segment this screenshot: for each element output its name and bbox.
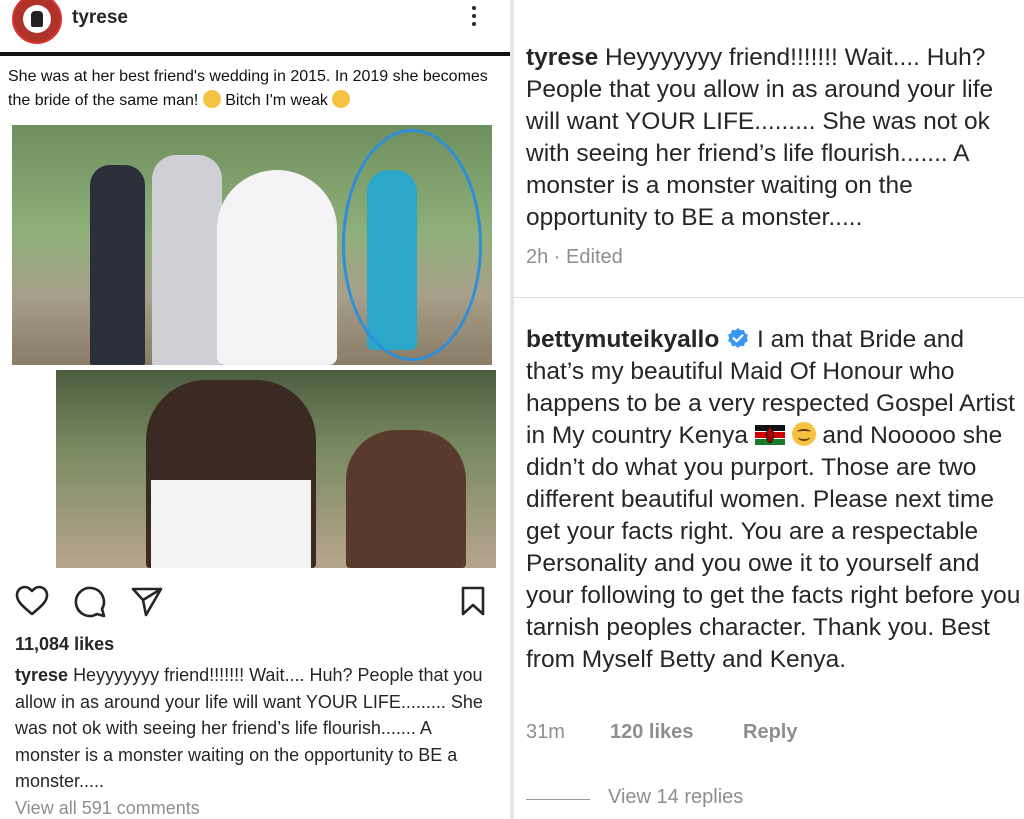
- comment-text: Heyyyyyyy friend!!!!!!! Wait.... Huh? Pe…: [526, 44, 994, 231]
- likes-count[interactable]: 11,084 likes: [15, 634, 114, 655]
- post-caption: tyrese Heyyyyyyy friend!!!!!!! Wait.... …: [15, 662, 495, 795]
- smile-emoji-icon: [791, 422, 816, 446]
- comment-time: 2h: [526, 246, 549, 268]
- post-header: tyrese: [0, 0, 510, 44]
- bookmark-icon[interactable]: [460, 585, 486, 617]
- comment-betty: bettymuteikyallo I am that Bride and tha…: [526, 324, 1022, 676]
- share-icon[interactable]: [130, 585, 164, 617]
- meme-caption-tail: Bitch I'm weak: [225, 92, 328, 109]
- comment-meta: 2h · Edited: [526, 246, 623, 268]
- comment-likes[interactable]: 120 likes: [610, 721, 693, 744]
- comments-panel: tyrese Heyyyyyyy friend!!!!!!! Wait.... …: [514, 0, 1024, 819]
- verified-badge-icon: [728, 328, 749, 348]
- post-actions: [0, 583, 510, 619]
- comment-username[interactable]: bettymuteikyallo: [526, 326, 719, 353]
- caption-text: Heyyyyyyy friend!!!!!!! Wait.... Huh? Pe…: [15, 665, 483, 791]
- kenya-flag-icon: [754, 425, 785, 445]
- comment-icon[interactable]: [73, 585, 107, 619]
- more-icon[interactable]: [466, 2, 482, 32]
- comment-text-part-2: and Nooooo she didn’t do what you purpor…: [526, 422, 1021, 673]
- wedding-photo-top[interactable]: [12, 125, 492, 365]
- meme-caption: She was at her best friend's wedding in …: [8, 65, 498, 113]
- post-panel: tyrese She was at her best friend's wedd…: [0, 0, 510, 819]
- caption-username[interactable]: tyrese: [15, 665, 68, 685]
- wedding-photo-bottom[interactable]: [56, 370, 496, 568]
- post-username[interactable]: tyrese: [72, 7, 128, 29]
- reply-button[interactable]: Reply: [743, 721, 797, 744]
- heart-icon[interactable]: [15, 585, 49, 617]
- sweat-smile-emoji-icon: [332, 90, 351, 108]
- comment-tyrese: tyrese Heyyyyyyy friend!!!!!!! Wait.... …: [526, 42, 1022, 234]
- comment-divider: [514, 297, 1024, 298]
- view-all-comments-link[interactable]: View all 591 comments: [15, 798, 200, 819]
- comment-username[interactable]: tyrese: [526, 44, 598, 71]
- view-replies-link[interactable]: View 14 replies: [608, 786, 743, 809]
- avatar[interactable]: [12, 0, 62, 44]
- edited-label: Edited: [566, 246, 623, 268]
- header-divider: [0, 52, 510, 56]
- comment-time: 31m: [526, 721, 565, 743]
- replies-line: [526, 799, 590, 800]
- laughing-emoji-icon: [202, 90, 221, 108]
